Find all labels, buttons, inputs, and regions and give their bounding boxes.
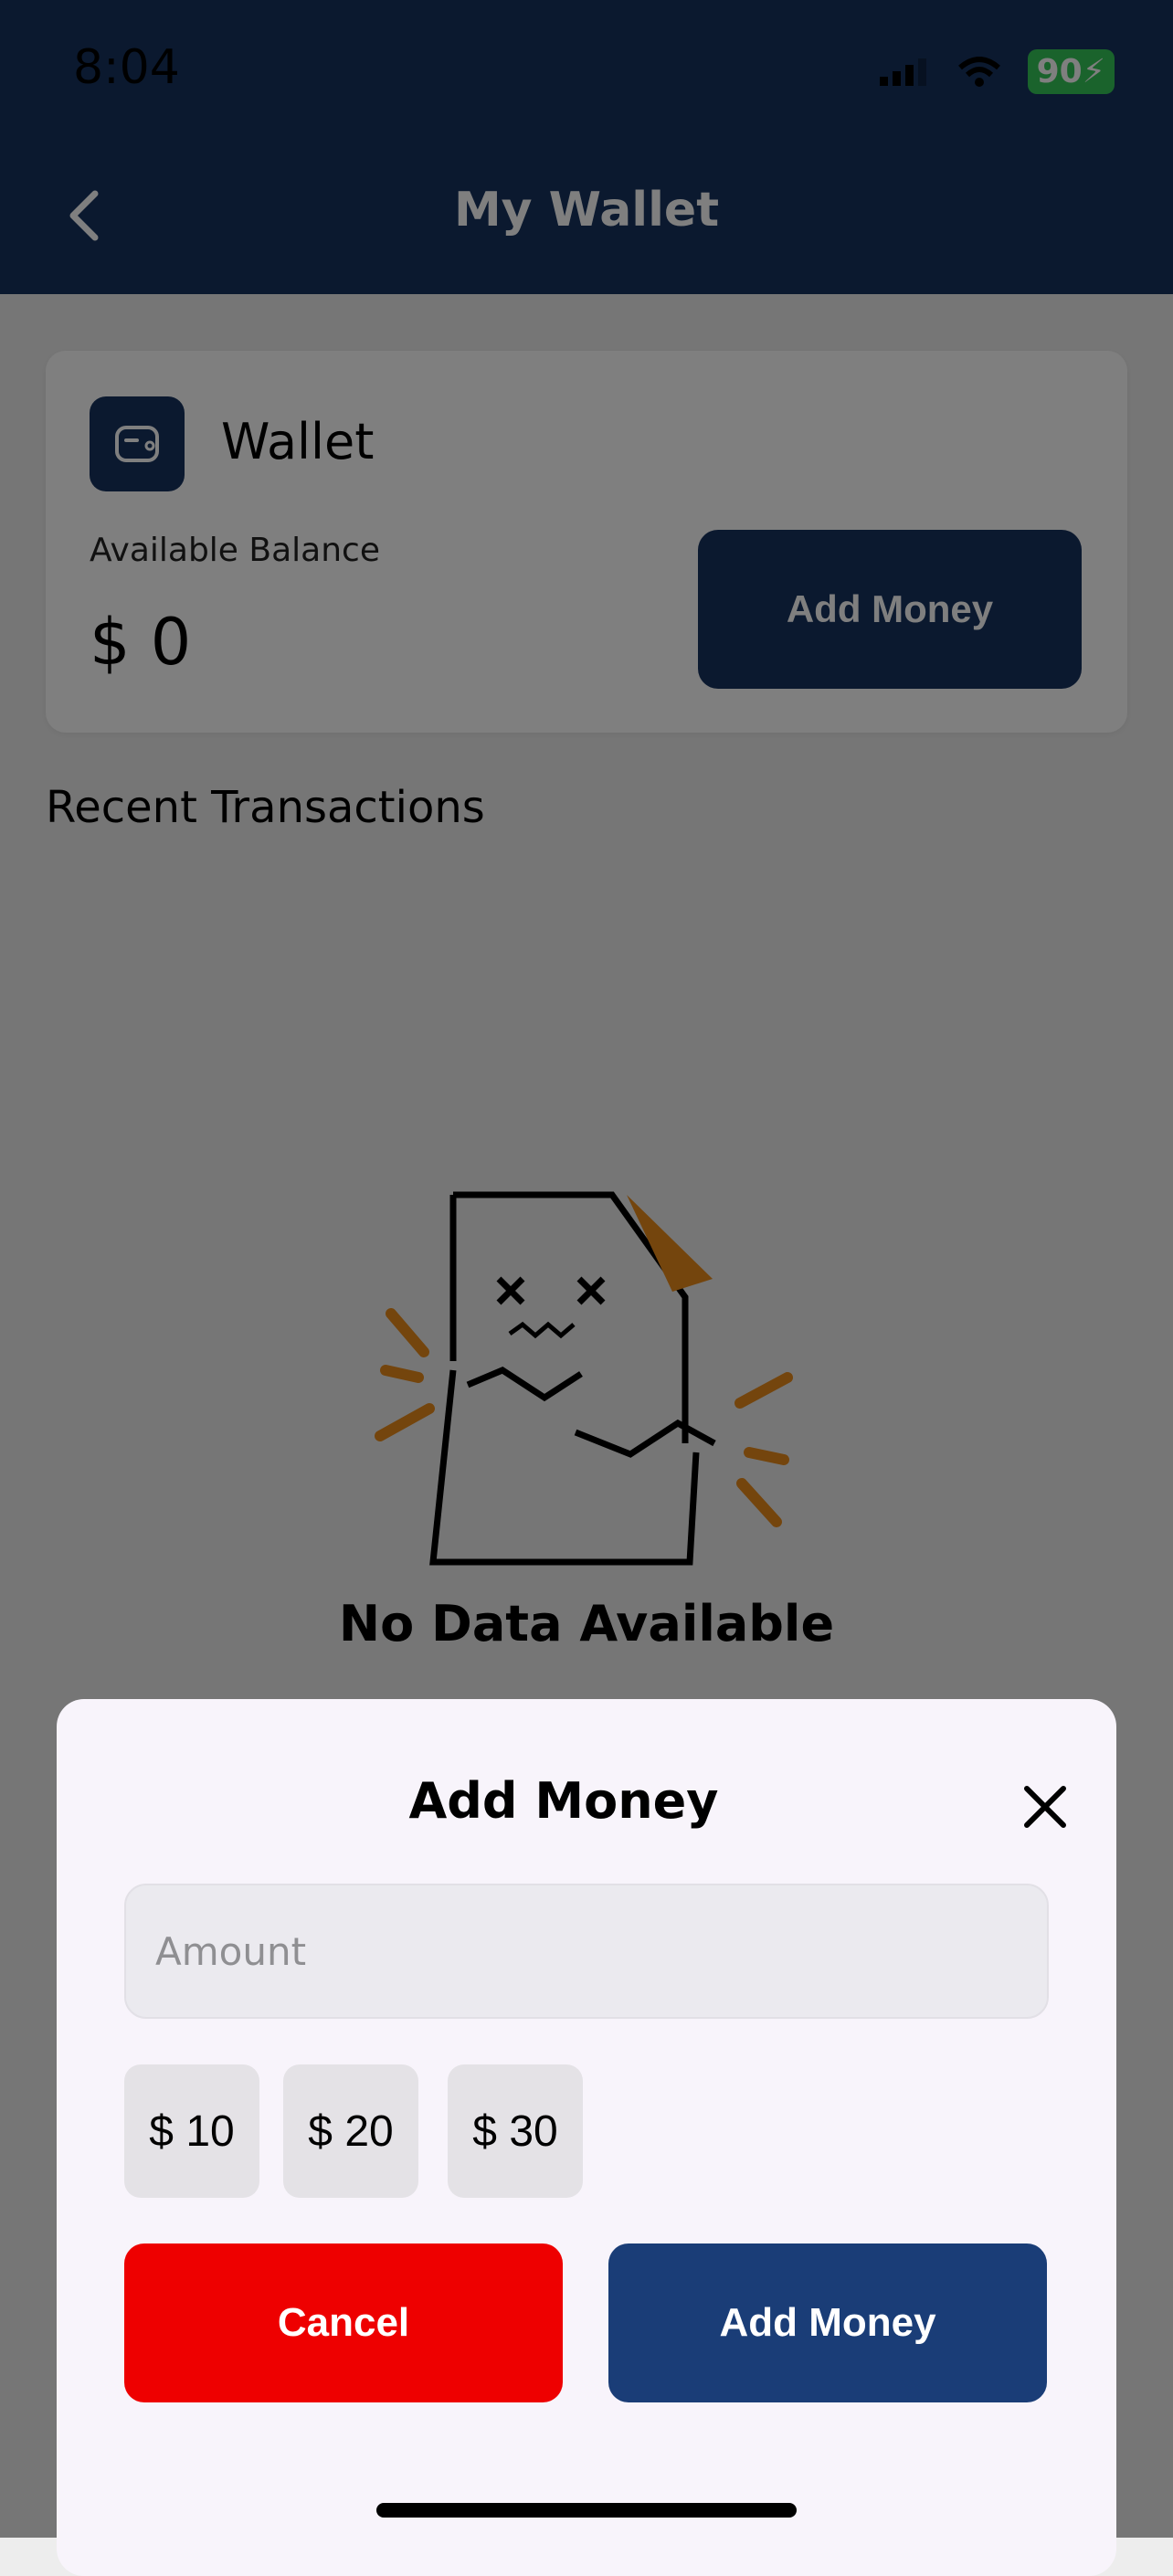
close-icon[interactable]	[1020, 1781, 1071, 1832]
amount-input[interactable]	[124, 1884, 1049, 2019]
add-money-modal: Add Money $ 10 $ 20 $ 30 Cancel Add Mone…	[57, 1699, 1116, 2576]
preset-20-button[interactable]: $ 20	[283, 2064, 418, 2198]
cancel-button[interactable]: Cancel	[124, 2243, 563, 2402]
preset-10-button[interactable]: $ 10	[124, 2064, 259, 2198]
preset-30-button[interactable]: $ 30	[448, 2064, 583, 2198]
home-indicator	[376, 2503, 797, 2518]
modal-title: Add Money	[408, 1772, 719, 1830]
confirm-add-money-button[interactable]: Add Money	[608, 2243, 1047, 2402]
